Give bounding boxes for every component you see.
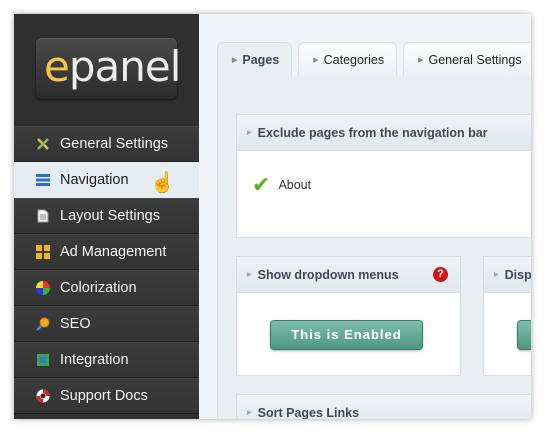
navigation-icon (36, 173, 50, 187)
help-icon[interactable]: ? (433, 267, 448, 282)
sidebar-nav: General Settings Navigation ☝ Layout Set… (14, 126, 202, 414)
sidebar: epanel General Settings Navigation ☝ Lay… (14, 14, 202, 419)
sidebar-item-label: Ad Management (60, 244, 167, 260)
sidebar-item-general-settings[interactable]: General Settings (14, 126, 199, 162)
enabled-toggle-button[interactable]: This is Enabled (270, 320, 423, 350)
sidebar-item-integration[interactable]: Integration (14, 342, 199, 378)
tools-icon (36, 137, 50, 151)
magnifier-icon (36, 317, 50, 331)
panel-header: ▶ Exclude pages from the navigation bar (237, 115, 531, 151)
arrow-icon: ▶ (247, 410, 252, 416)
exclude-pages-panel: ▶ Exclude pages from the navigation bar ✔… (236, 114, 531, 238)
document-icon (36, 209, 50, 223)
sidebar-item-label: SEO (60, 316, 91, 332)
puzzle-icon (36, 353, 50, 367)
tab-content: ▶ Exclude pages from the navigation bar ✔… (217, 76, 531, 419)
sidebar-item-support-docs[interactable]: Support Docs (14, 378, 199, 414)
sidebar-item-ad-management[interactable]: Ad Management (14, 234, 199, 270)
panel-header: ▶Displ (484, 257, 531, 293)
page-option-about[interactable]: ✔ About (252, 172, 311, 197)
arrow-icon: ▶ (247, 130, 252, 136)
tab-bar: ▶ Pages ▶ Categories ▶ General Settings (217, 42, 531, 76)
sidebar-item-navigation[interactable]: Navigation ☝ (14, 162, 202, 198)
panel-header: ▶ Show dropdown menus ? (237, 257, 460, 293)
epanel-window: epanel General Settings Navigation ☝ Lay… (14, 14, 531, 419)
lifebuoy-icon (36, 389, 50, 403)
tab-arrow-icon: ▶ (232, 56, 238, 64)
dropdown-menus-panel: ▶ Show dropdown menus ? This is Enabled (236, 256, 461, 376)
sidebar-item-label: Colorization (60, 280, 137, 296)
tab-categories[interactable]: ▶ Categories (298, 42, 398, 76)
checkmark-icon: ✔ (252, 172, 271, 197)
sidebar-item-label: Integration (60, 352, 129, 368)
arrow-icon: ▶ (494, 272, 499, 278)
main-panel: ▶ Pages ▶ Categories ▶ General Settings ▶ Ex… (199, 14, 531, 419)
epanel-logo: epanel (36, 38, 181, 99)
tab-general-settings[interactable]: ▶ General Settings (403, 42, 531, 76)
logo-text: epanel (44, 42, 181, 91)
sidebar-item-label: Layout Settings (60, 208, 160, 224)
tab-arrow-icon: ▶ (313, 56, 319, 64)
sidebar-item-label: Navigation (60, 172, 129, 188)
display-panel: ▶Displ (483, 256, 531, 376)
grid-icon (36, 245, 50, 259)
sidebar-item-colorization[interactable]: Colorization (14, 270, 199, 306)
sort-pages-panel: ▶ Sort Pages Links (236, 394, 531, 419)
tab-arrow-icon: ▶ (418, 56, 424, 64)
sidebar-item-layout-settings[interactable]: Layout Settings (14, 198, 199, 234)
hand-cursor-icon: ☝ (150, 172, 175, 194)
tab-pages[interactable]: ▶ Pages (217, 42, 293, 76)
sidebar-item-label: General Settings (60, 136, 169, 152)
sidebar-item-label: Support Docs (60, 388, 148, 404)
panel-header: ▶ Sort Pages Links (237, 395, 531, 419)
arrow-icon: ▶ (247, 272, 252, 278)
display-toggle-button[interactable] (517, 320, 531, 350)
color-wheel-icon (36, 281, 50, 295)
sidebar-item-seo[interactable]: SEO (14, 306, 199, 342)
